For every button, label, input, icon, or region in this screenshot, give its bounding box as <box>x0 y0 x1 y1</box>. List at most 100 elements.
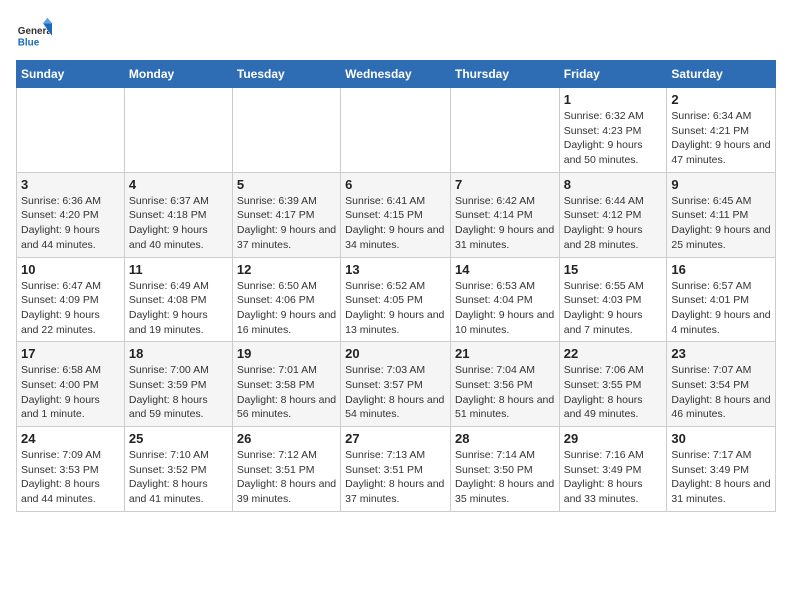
table-row: 7 Sunrise: 6:42 AMSunset: 4:14 PMDaylight… <box>450 172 559 257</box>
table-row: 30 Sunrise: 7:17 AMSunset: 3:49 PMDayligh… <box>667 427 776 512</box>
day-info: Sunrise: 6:53 AMSunset: 4:04 PMDaylight:… <box>455 279 555 338</box>
day-info: Sunrise: 6:36 AMSunset: 4:20 PMDaylight:… <box>21 194 120 253</box>
table-row: 2 Sunrise: 6:34 AMSunset: 4:21 PMDaylight… <box>667 88 776 173</box>
day-info: Sunrise: 6:39 AMSunset: 4:17 PMDaylight:… <box>237 194 336 253</box>
day-number: 12 <box>237 262 336 277</box>
header-thursday: Thursday <box>450 61 559 88</box>
day-info: Sunrise: 7:17 AMSunset: 3:49 PMDaylight:… <box>671 448 771 507</box>
day-info: Sunrise: 7:03 AMSunset: 3:57 PMDaylight:… <box>345 363 446 422</box>
day-info: Sunrise: 6:42 AMSunset: 4:14 PMDaylight:… <box>455 194 555 253</box>
day-number: 7 <box>455 177 555 192</box>
day-info: Sunrise: 7:12 AMSunset: 3:51 PMDaylight:… <box>237 448 336 507</box>
day-info: Sunrise: 6:34 AMSunset: 4:21 PMDaylight:… <box>671 109 771 168</box>
header-wednesday: Wednesday <box>341 61 451 88</box>
table-row: 10 Sunrise: 6:47 AMSunset: 4:09 PMDayligh… <box>17 257 125 342</box>
table-row: 16 Sunrise: 6:57 AMSunset: 4:01 PMDayligh… <box>667 257 776 342</box>
day-number: 27 <box>345 431 446 446</box>
calendar-table: Sunday Monday Tuesday Wednesday Thursday… <box>16 60 776 512</box>
table-row: 3 Sunrise: 6:36 AMSunset: 4:20 PMDaylight… <box>17 172 125 257</box>
day-number: 16 <box>671 262 771 277</box>
day-number: 24 <box>21 431 120 446</box>
calendar-week-row: 24 Sunrise: 7:09 AMSunset: 3:53 PMDayligh… <box>17 427 776 512</box>
day-info: Sunrise: 7:04 AMSunset: 3:56 PMDaylight:… <box>455 363 555 422</box>
day-number: 28 <box>455 431 555 446</box>
header-monday: Monday <box>124 61 232 88</box>
table-row: 9 Sunrise: 6:45 AMSunset: 4:11 PMDaylight… <box>667 172 776 257</box>
table-row: 17Sunrise: 6:58 AMSunset: 4:00 PMDayligh… <box>17 342 125 427</box>
day-info: Sunrise: 6:57 AMSunset: 4:01 PMDaylight:… <box>671 279 771 338</box>
header-saturday: Saturday <box>667 61 776 88</box>
day-number: 10 <box>21 262 120 277</box>
header-friday: Friday <box>559 61 667 88</box>
day-info: Sunrise: 7:07 AMSunset: 3:54 PMDaylight:… <box>671 363 771 422</box>
calendar-week-row: 3 Sunrise: 6:36 AMSunset: 4:20 PMDaylight… <box>17 172 776 257</box>
day-number: 4 <box>129 177 228 192</box>
table-row: 24 Sunrise: 7:09 AMSunset: 3:53 PMDayligh… <box>17 427 125 512</box>
table-row: 13 Sunrise: 6:52 AMSunset: 4:05 PMDayligh… <box>341 257 451 342</box>
day-info: Sunrise: 6:32 AMSunset: 4:23 PMDaylight:… <box>564 109 663 168</box>
day-number: 9 <box>671 177 771 192</box>
calendar-week-row: 1 Sunrise: 6:32 AMSunset: 4:23 PMDaylight… <box>17 88 776 173</box>
table-row: 14 Sunrise: 6:53 AMSunset: 4:04 PMDayligh… <box>450 257 559 342</box>
table-row: 27 Sunrise: 7:13 AMSunset: 3:51 PMDayligh… <box>341 427 451 512</box>
calendar-week-row: 10 Sunrise: 6:47 AMSunset: 4:09 PMDayligh… <box>17 257 776 342</box>
logo-icon: General Blue <box>16 16 52 52</box>
day-number: 29 <box>564 431 663 446</box>
table-row: 20Sunrise: 7:03 AMSunset: 3:57 PMDayligh… <box>341 342 451 427</box>
table-row: 12 Sunrise: 6:50 AMSunset: 4:06 PMDayligh… <box>232 257 340 342</box>
header-sunday: Sunday <box>17 61 125 88</box>
table-row: 8Sunrise: 6:44 AMSunset: 4:12 PMDaylight… <box>559 172 667 257</box>
day-info: Sunrise: 6:37 AMSunset: 4:18 PMDaylight:… <box>129 194 228 253</box>
day-info: Sunrise: 7:01 AMSunset: 3:58 PMDaylight:… <box>237 363 336 422</box>
day-number: 8 <box>564 177 663 192</box>
day-info: Sunrise: 6:45 AMSunset: 4:11 PMDaylight:… <box>671 194 771 253</box>
table-row: 18Sunrise: 7:00 AMSunset: 3:59 PMDayligh… <box>124 342 232 427</box>
day-info: Sunrise: 6:47 AMSunset: 4:09 PMDaylight:… <box>21 279 120 338</box>
table-row: 29 Sunrise: 7:16 AMSunset: 3:49 PMDayligh… <box>559 427 667 512</box>
day-info: Sunrise: 7:10 AMSunset: 3:52 PMDaylight:… <box>129 448 228 507</box>
day-number: 5 <box>237 177 336 192</box>
table-row: 6Sunrise: 6:41 AMSunset: 4:15 PMDaylight… <box>341 172 451 257</box>
day-number: 14 <box>455 262 555 277</box>
table-row: 15 Sunrise: 6:55 AMSunset: 4:03 PMDayligh… <box>559 257 667 342</box>
day-info: Sunrise: 6:41 AMSunset: 4:15 PMDaylight:… <box>345 194 446 253</box>
day-number: 23 <box>671 346 771 361</box>
table-row: 5 Sunrise: 6:39 AMSunset: 4:17 PMDaylight… <box>232 172 340 257</box>
day-info: Sunrise: 7:06 AMSunset: 3:55 PMDaylight:… <box>564 363 663 422</box>
header-tuesday: Tuesday <box>232 61 340 88</box>
table-row <box>124 88 232 173</box>
calendar-header-row: Sunday Monday Tuesday Wednesday Thursday… <box>17 61 776 88</box>
day-info: Sunrise: 7:16 AMSunset: 3:49 PMDaylight:… <box>564 448 663 507</box>
day-info: Sunrise: 6:50 AMSunset: 4:06 PMDaylight:… <box>237 279 336 338</box>
day-number: 11 <box>129 262 228 277</box>
day-info: Sunrise: 7:09 AMSunset: 3:53 PMDaylight:… <box>21 448 120 507</box>
day-number: 30 <box>671 431 771 446</box>
day-number: 19 <box>237 346 336 361</box>
day-number: 1 <box>564 92 663 107</box>
table-row <box>450 88 559 173</box>
day-number: 13 <box>345 262 446 277</box>
day-number: 25 <box>129 431 228 446</box>
table-row: 19 Sunrise: 7:01 AMSunset: 3:58 PMDayligh… <box>232 342 340 427</box>
day-info: Sunrise: 6:49 AMSunset: 4:08 PMDaylight:… <box>129 279 228 338</box>
day-number: 21 <box>455 346 555 361</box>
table-row <box>232 88 340 173</box>
day-info: Sunrise: 7:13 AMSunset: 3:51 PMDaylight:… <box>345 448 446 507</box>
day-number: 15 <box>564 262 663 277</box>
table-row: 11 Sunrise: 6:49 AMSunset: 4:08 PMDayligh… <box>124 257 232 342</box>
day-number: 2 <box>671 92 771 107</box>
table-row: 4 Sunrise: 6:37 AMSunset: 4:18 PMDaylight… <box>124 172 232 257</box>
day-info: Sunrise: 6:52 AMSunset: 4:05 PMDaylight:… <box>345 279 446 338</box>
table-row <box>17 88 125 173</box>
day-number: 26 <box>237 431 336 446</box>
day-number: 18 <box>129 346 228 361</box>
table-row: 1 Sunrise: 6:32 AMSunset: 4:23 PMDaylight… <box>559 88 667 173</box>
day-number: 3 <box>21 177 120 192</box>
table-row <box>341 88 451 173</box>
table-row: 25 Sunrise: 7:10 AMSunset: 3:52 PMDayligh… <box>124 427 232 512</box>
table-row: 26 Sunrise: 7:12 AMSunset: 3:51 PMDayligh… <box>232 427 340 512</box>
table-row: 23 Sunrise: 7:07 AMSunset: 3:54 PMDayligh… <box>667 342 776 427</box>
day-info: Sunrise: 7:14 AMSunset: 3:50 PMDaylight:… <box>455 448 555 507</box>
day-info: Sunrise: 6:55 AMSunset: 4:03 PMDaylight:… <box>564 279 663 338</box>
day-number: 22 <box>564 346 663 361</box>
